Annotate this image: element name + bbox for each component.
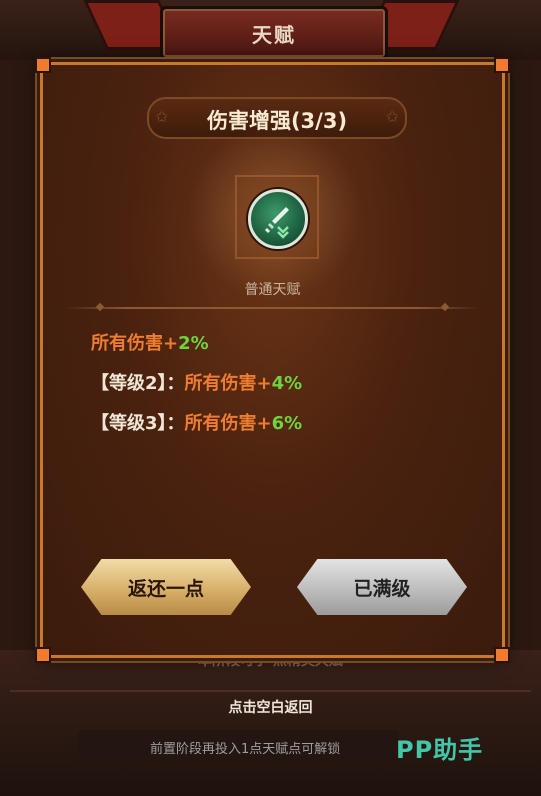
talent-type: 普通天赋	[244, 282, 301, 298]
corner-ornament	[494, 57, 510, 73]
effect-value: 6%	[271, 413, 303, 434]
corner-ornament	[35, 57, 51, 73]
effect-label: 所有伤害+	[184, 373, 272, 394]
tap-blank-to-return[interactable]: 点击空白返回	[0, 697, 541, 717]
sword-arrows-icon	[248, 189, 308, 249]
section-divider	[65, 302, 480, 312]
divider-dot	[95, 302, 105, 312]
unlock-requirement-text: 前置阶段再投入1点天赋点可解锁	[150, 742, 341, 757]
corner-ornament	[35, 647, 51, 663]
star-ornament-icon: ✩	[385, 107, 399, 126]
talent-detail-dialog: ✩ 伤害增强(3/3) ✩ 普通天赋 所有伤害+2% 【等级2】：所有伤害+4%…	[35, 57, 510, 663]
talent-title-frame: 天赋	[160, 6, 388, 60]
effect-line-3: 【等级3】：所有伤害+6%	[91, 409, 302, 435]
effect-value: 4%	[271, 373, 303, 394]
effect-line-2: 【等级2】：所有伤害+4%	[91, 369, 302, 395]
max-level-button[interactable]: 已满级	[297, 559, 467, 615]
effect-line-1: 所有伤害+2%	[91, 329, 209, 355]
pp-assistant-watermark: PP助手	[396, 736, 484, 764]
effect-level: 【等级2】：	[91, 373, 185, 394]
talent-screen-title: 天赋	[252, 23, 296, 47]
effect-value: 2%	[178, 333, 209, 354]
effect-label: 所有伤害+	[91, 333, 179, 354]
corner-ornament	[494, 647, 510, 663]
effect-level: 【等级3】：	[91, 413, 185, 434]
effect-label: 所有伤害+	[184, 413, 272, 434]
divider-dot	[440, 302, 450, 312]
return-point-button[interactable]: 返还一点	[81, 559, 251, 615]
